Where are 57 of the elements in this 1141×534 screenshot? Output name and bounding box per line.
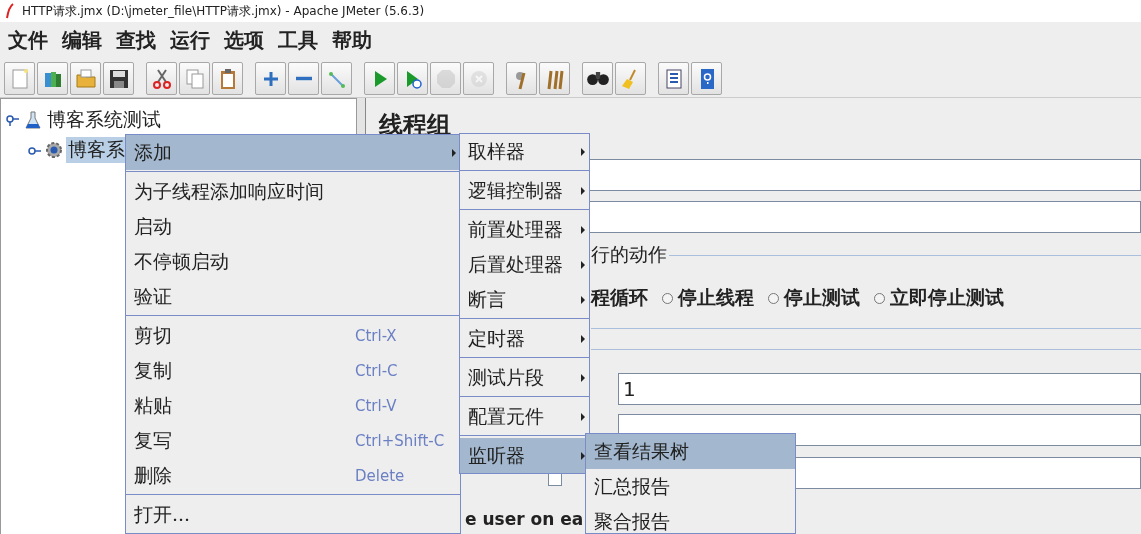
menu-item[interactable]: 添加 xyxy=(126,135,460,170)
toolbar-button[interactable] xyxy=(658,62,689,95)
menu-item[interactable]: 取样器 xyxy=(460,134,589,169)
menu-item[interactable]: 不停顿启动 xyxy=(126,244,460,279)
menu-item[interactable]: 复制 Ctrl-C xyxy=(126,353,460,388)
menu-item[interactable]: 查找 xyxy=(116,26,156,54)
minus-icon xyxy=(295,76,312,81)
arrow-icon xyxy=(581,295,585,304)
menu-item[interactable]: 配置元件 xyxy=(460,399,589,434)
menu-item[interactable]: 粘贴 Ctrl-V xyxy=(126,388,460,423)
arrow-icon xyxy=(581,412,585,421)
flask-icon xyxy=(24,111,42,129)
menu-item[interactable]: 定时器 xyxy=(460,321,589,356)
menu-item[interactable]: 后置处理器 xyxy=(460,247,589,282)
radio-label: 程循环 xyxy=(591,285,648,310)
menu-item[interactable]: 断言 xyxy=(460,282,589,317)
feather-icon xyxy=(5,3,15,19)
menu-item[interactable]: 剪切 Ctrl-X xyxy=(126,318,460,353)
tree-item[interactable]: 博客系统测试 xyxy=(45,107,163,133)
menu-item[interactable]: 逻辑控制器 xyxy=(460,173,589,208)
arrow-icon xyxy=(581,373,585,382)
menu-item[interactable]: 查看结果树 xyxy=(586,434,795,469)
arrow-icon xyxy=(581,260,585,269)
tree-handle-icon[interactable] xyxy=(27,144,41,156)
toolbar-button[interactable] xyxy=(582,62,613,95)
menu-item[interactable]: 工具 xyxy=(278,26,318,54)
toolbar-button[interactable] xyxy=(103,62,134,95)
binoculars-icon xyxy=(586,72,609,85)
menu-item[interactable]: 选项 xyxy=(224,26,264,54)
gear-icon xyxy=(45,141,63,159)
menu-item[interactable]: 前置处理器 xyxy=(460,212,589,247)
radio-option[interactable]: 停止线程 xyxy=(662,285,754,311)
menu-item[interactable]: 验证 xyxy=(126,279,460,314)
group-legend: 行的动作 xyxy=(591,242,667,268)
menu-item[interactable]: 测试片段 xyxy=(460,360,589,395)
menu-item[interactable]: 帮助 xyxy=(332,26,372,54)
radio-option[interactable]: 停止测试 xyxy=(768,285,860,311)
arrow-icon xyxy=(581,225,585,234)
menu-item[interactable]: 复写 Ctrl+Shift-C xyxy=(126,423,460,458)
menu-item[interactable]: 汇总报告 xyxy=(586,469,795,504)
arrow-icon xyxy=(581,147,585,156)
menu-item[interactable]: 编辑 xyxy=(62,26,102,54)
option-label: e user on ea xyxy=(465,508,584,531)
menu-item[interactable]: 运行 xyxy=(170,26,210,54)
menu-item[interactable]: 为子线程添加响应时间 xyxy=(126,174,460,209)
radio-option[interactable]: 立即停止测试 xyxy=(874,285,1004,311)
arrow-icon xyxy=(581,334,585,343)
menu-item[interactable]: 打开... xyxy=(126,497,460,532)
arrow-icon xyxy=(581,186,585,195)
menu-item[interactable]: 文件 xyxy=(8,26,48,54)
menu-item[interactable]: 删除 Delete xyxy=(126,458,460,493)
folder-icon xyxy=(73,66,98,91)
menu-item[interactable]: 聚合报告 xyxy=(586,504,795,533)
menu-item[interactable]: 启动 xyxy=(126,209,460,244)
tree-handle-icon[interactable] xyxy=(6,114,20,126)
input-field[interactable]: 1 xyxy=(618,373,1141,405)
window-title: HTTP请求.jmx (D:\jmeter_file\HTTP请求.jmx) - Apache JMeter (5.6.3) xyxy=(22,2,425,20)
